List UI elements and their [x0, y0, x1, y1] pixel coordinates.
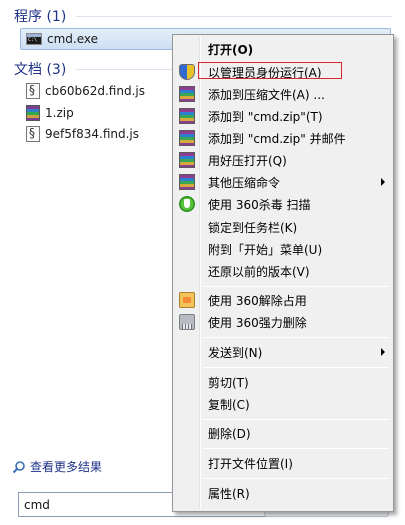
documents-header[interactable]: 文档 (3)	[14, 59, 66, 79]
menu-item-label: 使用 360解除占用	[208, 293, 307, 308]
js-file-icon	[26, 83, 40, 99]
programs-divider	[76, 16, 392, 17]
menu-item-copy[interactable]: 复制(C)	[175, 393, 391, 415]
zip-file-icon	[26, 105, 40, 121]
menu-item-add-to-cmd-zip-mail[interactable]: 添加到 "cmd.zip" 并邮件	[175, 127, 391, 149]
menu-item-label: 锁定到任务栏(K)	[208, 220, 298, 235]
menu-item-label: 使用 360杀毒 扫描	[208, 197, 311, 212]
menu-item-pin-start[interactable]: 附到「开始」菜单(U)	[175, 238, 391, 260]
menu-item-label: 添加到压缩文件(A) ...	[208, 87, 325, 102]
menu-item-label: 用好压打开(Q)	[208, 153, 287, 168]
menu-item-send-to[interactable]: 发送到(N)	[175, 341, 391, 363]
menu-item-label: 发送到(N)	[208, 345, 263, 360]
documents-divider	[76, 69, 172, 70]
archive-icon	[179, 108, 195, 124]
menu-item-open-location[interactable]: 打开文件位置(I)	[175, 452, 391, 474]
magnifier-icon	[12, 460, 25, 473]
menu-separator	[203, 367, 389, 368]
menu-item-label: 其他压缩命令	[208, 175, 281, 190]
document-item-2[interactable]: 1.zip	[26, 104, 74, 122]
menu-item-label: 以管理员身份运行(A)	[208, 65, 322, 80]
document-label: 1.zip	[45, 106, 74, 120]
menu-item-label: 添加到 "cmd.zip" 并邮件	[208, 131, 346, 146]
antivirus-360-icon	[179, 196, 195, 212]
shredder-icon	[179, 314, 195, 330]
menu-item-properties[interactable]: 属性(R)	[175, 482, 391, 504]
menu-item-force-delete-360[interactable]: 使用 360强力删除	[175, 311, 391, 333]
result-cmd-label: cmd.exe	[47, 32, 99, 46]
menu-item-other-compress[interactable]: 其他压缩命令	[175, 171, 391, 193]
menu-item-label: 剪切(T)	[208, 375, 249, 390]
unlock-360-icon	[179, 292, 195, 308]
context-menu: 打开(O) 以管理员身份运行(A) 添加到压缩文件(A) ... 添加到 "cm…	[172, 34, 394, 512]
menu-separator	[203, 419, 389, 420]
document-label: cb60b62d.find.js	[45, 84, 145, 98]
document-item-1[interactable]: cb60b62d.find.js	[26, 82, 145, 100]
menu-separator	[203, 337, 389, 338]
js-file-icon	[26, 126, 40, 142]
menu-item-pin-taskbar[interactable]: 锁定到任务栏(K)	[175, 216, 391, 238]
document-item-3[interactable]: 9ef5f834.find.js	[26, 125, 139, 143]
programs-header[interactable]: 程序 (1)	[14, 6, 66, 26]
menu-item-delete[interactable]: 删除(D)	[175, 422, 391, 444]
menu-item-label: 还原以前的版本(V)	[208, 264, 310, 279]
menu-item-add-to-archive[interactable]: 添加到压缩文件(A) ...	[175, 83, 391, 105]
menu-item-label: 打开文件位置(I)	[208, 456, 293, 471]
menu-separator	[203, 478, 389, 479]
menu-item-unlock-360[interactable]: 使用 360解除占用	[175, 289, 391, 311]
submenu-arrow-icon	[381, 348, 385, 356]
menu-item-open[interactable]: 打开(O)	[175, 38, 391, 60]
menu-item-open-with-haozip[interactable]: 用好压打开(Q)	[175, 149, 391, 171]
menu-item-add-to-cmd-zip[interactable]: 添加到 "cmd.zip"(T)	[175, 105, 391, 127]
menu-item-label: 添加到 "cmd.zip"(T)	[208, 109, 323, 124]
menu-item-label: 删除(D)	[208, 426, 251, 441]
archive-icon	[179, 130, 195, 146]
archive-icon	[179, 152, 195, 168]
menu-item-label: 打开(O)	[208, 42, 254, 57]
menu-separator	[203, 286, 389, 287]
menu-item-label: 附到「开始」菜单(U)	[208, 242, 323, 257]
menu-item-restore-previous[interactable]: 还原以前的版本(V)	[175, 260, 391, 282]
see-more-results-link[interactable]: 查看更多结果	[12, 458, 102, 475]
menu-item-scan-360[interactable]: 使用 360杀毒 扫描	[175, 193, 391, 215]
archive-icon	[179, 86, 195, 102]
submenu-arrow-icon	[381, 178, 385, 186]
uac-shield-icon	[179, 64, 195, 80]
menu-item-label: 使用 360强力删除	[208, 315, 307, 330]
menu-item-label: 属性(R)	[208, 486, 250, 501]
archive-icon	[179, 174, 195, 190]
menu-item-label: 复制(C)	[208, 397, 250, 412]
cmd-icon	[26, 33, 42, 45]
menu-item-run-as-admin[interactable]: 以管理员身份运行(A)	[175, 61, 391, 83]
see-more-label: 查看更多结果	[30, 460, 103, 474]
document-label: 9ef5f834.find.js	[45, 127, 140, 141]
menu-item-cut[interactable]: 剪切(T)	[175, 371, 391, 393]
menu-separator	[203, 448, 389, 449]
